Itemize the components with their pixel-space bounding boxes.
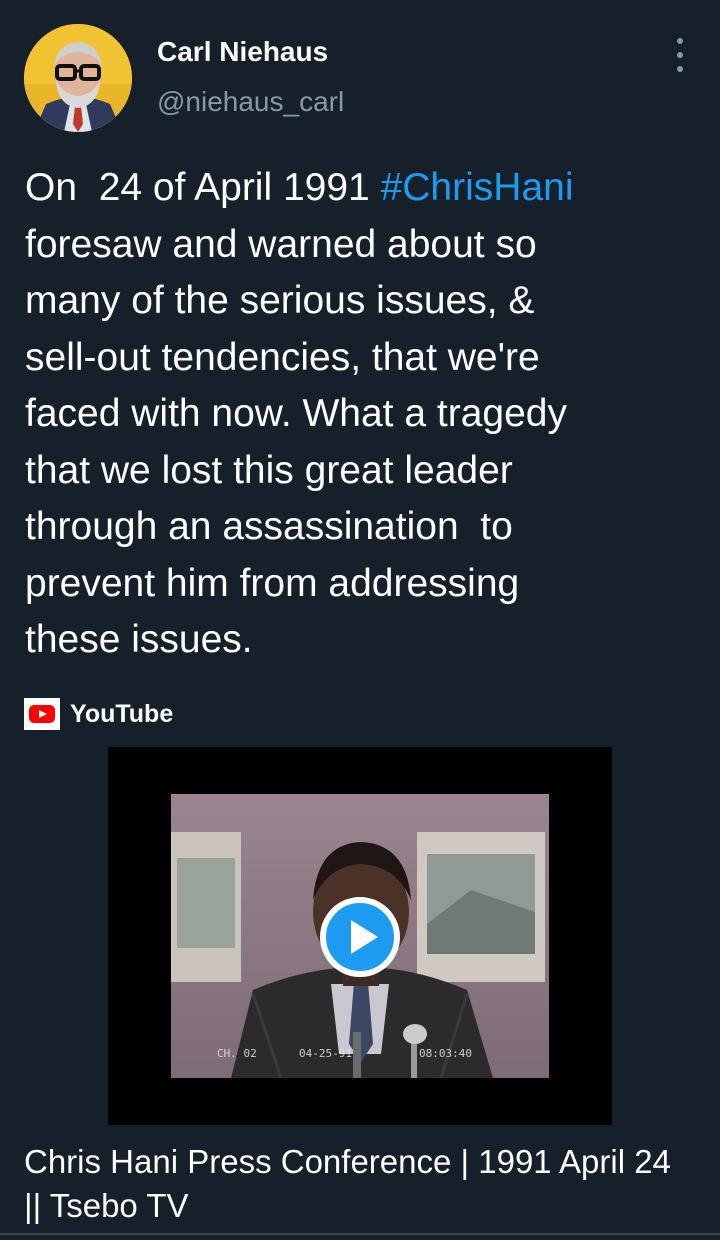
hashtag-link[interactable]: #ChrisHani bbox=[381, 166, 574, 209]
divider bbox=[0, 1233, 720, 1235]
video-player[interactable]: CH. 02 04-25-91 08:03:40 bbox=[108, 747, 612, 1125]
more-vertical-icon-dot bbox=[677, 52, 683, 58]
avatar-image bbox=[24, 24, 132, 132]
play-button[interactable] bbox=[320, 897, 400, 977]
card-source: YouTube bbox=[24, 696, 173, 732]
video-overlay-date: 04-25-91 bbox=[299, 1047, 352, 1060]
youtube-logo-icon bbox=[24, 698, 60, 730]
video-overlay-time: 08:03:40 bbox=[419, 1047, 472, 1060]
play-icon bbox=[320, 897, 400, 977]
card-title[interactable]: Chris Hani Press Conference | 1991 April… bbox=[24, 1140, 694, 1228]
more-vertical-icon-dot bbox=[677, 66, 683, 72]
video-overlay-channel: CH. 02 bbox=[217, 1047, 257, 1060]
tweet-header: Carl Niehaus @niehaus_carl bbox=[0, 0, 720, 140]
more-options-button[interactable] bbox=[662, 38, 698, 72]
card-source-label: YouTube bbox=[70, 699, 174, 728]
avatar[interactable] bbox=[24, 24, 132, 132]
tweet-text-part: On 24 of April 1991 bbox=[25, 166, 381, 209]
tweet-text-part: foresaw and warned about so many of the … bbox=[25, 222, 567, 662]
tweet-text: On 24 of April 1991 #ChrisHani foresaw a… bbox=[25, 160, 695, 669]
author-name[interactable]: Carl Niehaus bbox=[157, 36, 328, 68]
more-vertical-icon bbox=[677, 38, 683, 44]
author-handle[interactable]: @niehaus_carl bbox=[157, 86, 344, 118]
